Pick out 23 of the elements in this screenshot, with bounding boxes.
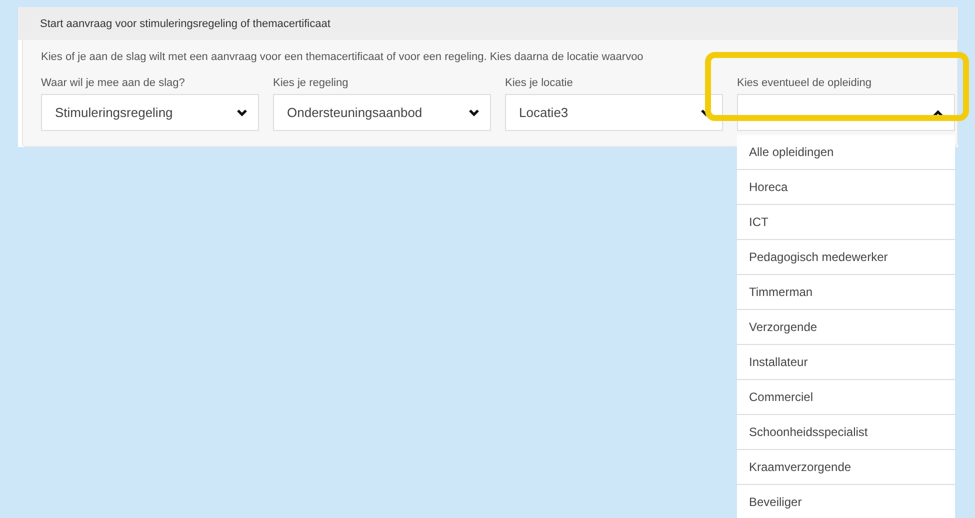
field-label: Kies je regeling (273, 77, 350, 89)
field-label: Kies je locatie (505, 77, 574, 89)
dropdown-option[interactable]: Beveiliger (737, 485, 955, 518)
chevron-down-icon (468, 108, 480, 116)
dropdown-option[interactable]: ICT (737, 205, 955, 240)
field-label: Waar wil je mee aan de slag? (41, 77, 186, 89)
dropdown-option[interactable]: Commerciel (737, 380, 955, 415)
dropdown-option[interactable]: Schoonheidsspecialist (737, 415, 955, 450)
field-label: Kies eventueel de opleiding (737, 77, 873, 89)
dropdown-option[interactable]: Alle opleidingen (737, 135, 955, 170)
dropdown-option[interactable]: Pedagogisch medewerker (737, 240, 955, 275)
caret-up-icon (932, 108, 944, 116)
dropdown-option[interactable]: Installateur (737, 345, 955, 380)
dropdown-select[interactable]: Locatie3 (505, 94, 723, 131)
instruction-text: Kies of je aan de slag wilt met een aanvraag voor een themacertificaat of voor een regeling. Kies daarna de locatie waarvoo (41, 51, 644, 63)
dropdown-select[interactable]: Stimuleringsregeling (41, 94, 259, 131)
dropdown-option[interactable]: Horeca (737, 170, 955, 205)
dropdown-option[interactable]: Kraamverzorgende (737, 450, 955, 485)
dropdown-select[interactable]: Ondersteuningsaanbod (273, 94, 491, 131)
panel-title: Start aanvraag voor stimuleringsregeling of themacertificaat (40, 18, 330, 30)
dropdown-option[interactable]: Verzorgende (737, 310, 955, 345)
chevron-down-icon (236, 108, 248, 116)
dropdown-option[interactable]: Timmerman (737, 275, 955, 310)
